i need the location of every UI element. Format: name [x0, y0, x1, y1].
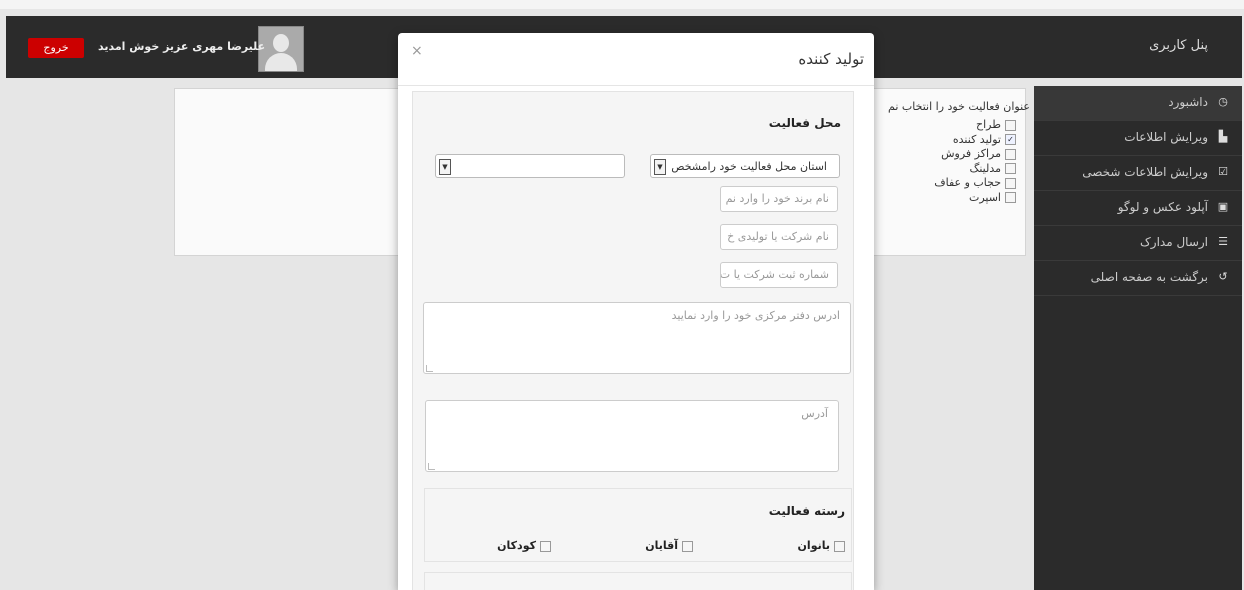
sidebar-item-upload-logo[interactable]: ▣ آپلود عکس و لوگو [1034, 191, 1242, 226]
office-address-textarea[interactable]: ادرس دفتر مرکزی خود را وارد نمایید [423, 302, 851, 374]
activity-category-title: رسته فعالیت [768, 504, 845, 518]
sidebar-item-label: آپلود عکس و لوگو [1117, 200, 1208, 214]
category-item[interactable]: مراکز فروش [880, 147, 1016, 162]
category-item[interactable]: ✓تولید کننده [880, 133, 1016, 148]
sidebar-item-label: ویرایش اطلاعات شخصی [1082, 165, 1208, 179]
brand-name-input[interactable]: نام برند خود را وارد نم [720, 186, 838, 212]
sidebar-item-label: ویرایش اطلاعات [1124, 130, 1208, 144]
close-icon[interactable]: × [411, 43, 423, 59]
sidebar-item-dashboard[interactable]: ◷ داشبورد [1034, 86, 1242, 121]
address-textarea[interactable]: آدرس [425, 400, 839, 472]
company-name-input[interactable]: نام شرکت یا تولیدی خ [720, 224, 838, 250]
sidebar-item-edit-personal[interactable]: ☑ ویرایش اطلاعات شخصی [1034, 156, 1242, 191]
office-address-placeholder: ادرس دفتر مرکزی خود را وارد نمایید [671, 309, 840, 322]
sidebar-item-label: برگشت به صفحه اصلی [1090, 270, 1208, 284]
logout-button[interactable]: خروج [28, 38, 84, 58]
sidebar-item-label: ارسال مدارک [1140, 235, 1208, 249]
gender-option-women[interactable]: بانوان [798, 539, 845, 552]
activity-category-box: رسته فعالیت بانوان آقایان کودکان [424, 488, 852, 562]
edit-icon: ☑ [1218, 165, 1228, 178]
sidebar-item-edit-info[interactable]: ▙ ویرایش اطلاعات [1034, 121, 1242, 156]
checkbox[interactable] [540, 540, 551, 552]
checkbox[interactable] [1005, 177, 1016, 189]
category-item[interactable]: مدلینگ [880, 162, 1016, 177]
welcome-text: علیرضا مهری عزیز خوش امدید [98, 40, 266, 53]
file-icon: ▙ [1218, 130, 1228, 143]
gender-option-kids[interactable]: کودکان [497, 539, 551, 552]
sidebar-item-back-home[interactable]: ↺ برگشت به صفحه اصلی [1034, 261, 1242, 296]
next-section-box [424, 572, 852, 590]
checkbox[interactable] [1005, 119, 1016, 131]
category-item[interactable]: حجاب و عفاف [880, 176, 1016, 191]
category-list: طراح ✓تولید کننده مراکز فروش مدلینگ حجاب… [880, 118, 1016, 205]
sidebar-item-send-docs[interactable]: ☰ ارسال مدارک [1034, 226, 1242, 261]
modal-divider [398, 85, 874, 86]
sidebar-item-label: داشبورد [1168, 95, 1208, 109]
checkbox[interactable] [834, 540, 845, 552]
panel-title: پنل کاربری [1149, 38, 1208, 53]
top-strip [0, 0, 1244, 9]
category-item[interactable]: طراح [880, 118, 1016, 133]
sidebar: ◷ داشبورد ▙ ویرایش اطلاعات ☑ ویرایش اطلا… [1034, 86, 1242, 590]
gender-option-men[interactable]: آقایان [645, 539, 693, 552]
list-icon: ☰ [1218, 235, 1228, 248]
image-icon: ▣ [1217, 200, 1229, 213]
address-placeholder: آدرس [801, 407, 828, 420]
chevron-down-icon: ▼ [439, 159, 451, 175]
dashboard-icon: ◷ [1218, 95, 1228, 108]
checkbox[interactable] [1005, 163, 1016, 174]
province-value: استان محل فعالیت خود رامشخص [671, 160, 827, 173]
modal-title: تولید کننده [798, 50, 864, 68]
province-select[interactable]: استان محل فعالیت خود رامشخص ▼ [650, 154, 840, 178]
checkbox[interactable] [1005, 192, 1016, 203]
chevron-down-icon: ▼ [654, 159, 666, 175]
checkbox[interactable] [682, 540, 693, 552]
checkbox-checked[interactable]: ✓ [1005, 134, 1016, 145]
resize-handle-icon[interactable] [426, 365, 433, 372]
registration-number-input[interactable]: شماره ثبت شرکت یا ت [720, 262, 838, 288]
location-title: محل فعالیت [768, 116, 841, 130]
return-icon: ↺ [1218, 270, 1228, 283]
category-item[interactable]: اسپرت [880, 191, 1016, 206]
resize-handle-icon[interactable] [428, 463, 435, 470]
checkbox[interactable] [1005, 148, 1016, 160]
city-select[interactable]: ▼ [435, 154, 625, 178]
